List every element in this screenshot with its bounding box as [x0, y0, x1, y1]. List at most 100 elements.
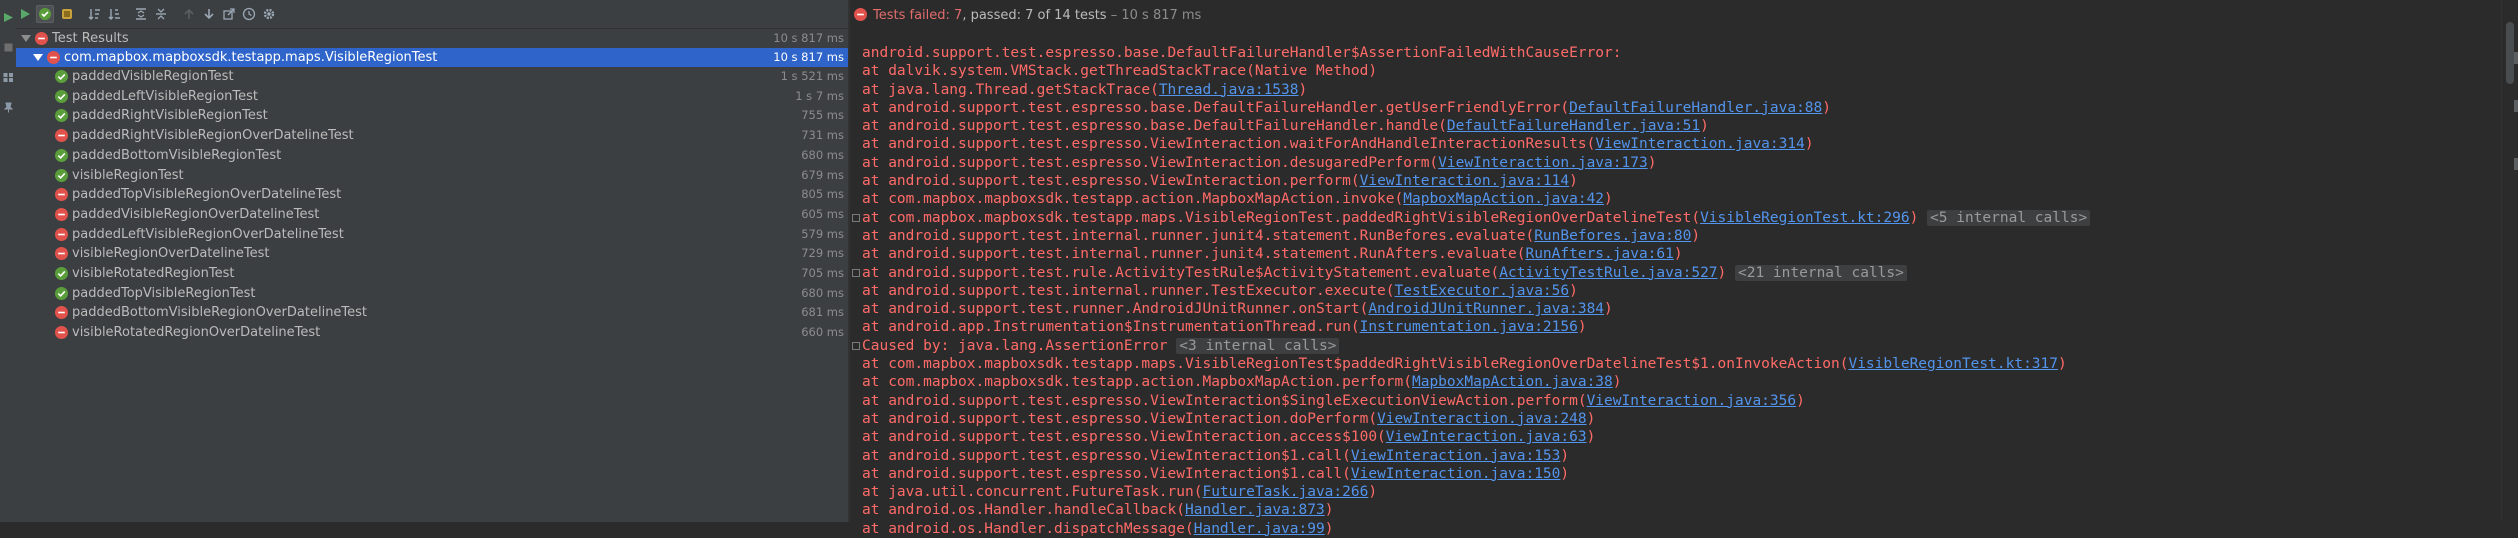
- tree-row-test[interactable]: paddedBottomVisibleRegionOverDatelineTes…: [16, 303, 848, 322]
- source-link[interactable]: AndroidJUnitRunner.java:384: [1368, 301, 1604, 317]
- scrollbar-thumb[interactable]: [2506, 22, 2514, 84]
- tree-row-test[interactable]: paddedLeftVisibleRegionTest 1 s 7 ms: [16, 87, 848, 106]
- edge-marker: [2514, 158, 2518, 170]
- source-link[interactable]: ViewInteraction.java:150: [1351, 466, 1561, 482]
- layout-icon[interactable]: [3, 68, 14, 82]
- tree-row-label: com.mapbox.mapboxsdk.testapp.maps.Visibl…: [64, 50, 438, 65]
- tree-row-test[interactable]: paddedRightVisibleRegionTest 755 ms: [16, 106, 848, 125]
- console-text: ): [1691, 227, 1701, 244]
- console-line: at com.mapbox.mapboxsdk.testapp.maps.Vis…: [862, 355, 2090, 373]
- test-results-tree: Test Results 10 s 817 ms com.mapbox.mapb…: [16, 29, 848, 522]
- tree-row-test[interactable]: paddedBottomVisibleRegionTest 680 ms: [16, 146, 848, 165]
- console-line: at android.support.test.espresso.ViewInt…: [862, 135, 2090, 153]
- failed-status-icon: [55, 247, 68, 261]
- console-text: at android.support.test.espresso.ViewInt…: [862, 136, 1596, 153]
- source-link[interactable]: ViewInteraction.java:63: [1386, 429, 1587, 445]
- test-runner-toolbar: [16, 0, 848, 29]
- console-line: at android.support.test.internal.runner.…: [862, 227, 2090, 245]
- source-link[interactable]: Instrumentation.java:2156: [1360, 319, 1578, 335]
- expand-arrow-icon[interactable]: [21, 35, 31, 42]
- source-link[interactable]: FutureTask.java:266: [1202, 484, 1368, 500]
- tree-row-suite[interactable]: com.mapbox.mapboxsdk.testapp.maps.Visibl…: [16, 48, 848, 67]
- fold-toggle-icon[interactable]: [852, 213, 860, 222]
- toggle-ignored-icon[interactable]: [58, 5, 76, 23]
- console-text: at android.support.test.espresso.base.De…: [862, 99, 1570, 116]
- source-link[interactable]: ViewInteraction.java:248: [1377, 411, 1587, 427]
- collapse-all-icon[interactable]: [152, 5, 170, 23]
- next-failed-icon[interactable]: [200, 5, 218, 23]
- expand-arrow-icon[interactable]: [33, 54, 43, 61]
- failed-status-icon: [55, 227, 68, 241]
- tree-row-test-results[interactable]: Test Results 10 s 817 ms: [16, 29, 848, 48]
- source-link[interactable]: MapboxMapAction.java:42: [1403, 191, 1604, 207]
- tree-row-test[interactable]: paddedLeftVisibleRegionOverDatelineTest 5…: [16, 225, 848, 244]
- rerun-icon[interactable]: [3, 8, 14, 22]
- tree-row-label: paddedVisibleRegionTest: [72, 69, 234, 84]
- pin-icon[interactable]: [3, 98, 14, 113]
- internal-calls-fold[interactable]: <21 internal calls>: [1735, 264, 1907, 281]
- tree-row-test[interactable]: paddedVisibleRegionOverDatelineTest 605 m…: [16, 205, 848, 224]
- previous-failed-icon[interactable]: [180, 5, 198, 23]
- console-line: at android.support.test.internal.runner.…: [862, 282, 2090, 300]
- source-link[interactable]: VisibleRegionTest.kt:296: [1700, 210, 1910, 226]
- tree-row-test[interactable]: visibleRegionOverDatelineTest 729 ms: [16, 244, 848, 263]
- sort-duration-icon[interactable]: [106, 5, 124, 23]
- tree-row-duration: 10 s 817 ms: [773, 31, 844, 45]
- internal-calls-fold[interactable]: <3 internal calls>: [1176, 337, 1340, 354]
- export-icon[interactable]: [220, 5, 238, 23]
- tree-row-duration: 805 ms: [801, 187, 844, 202]
- expand-all-icon[interactable]: [132, 5, 150, 23]
- source-link[interactable]: ViewInteraction.java:173: [1438, 155, 1648, 171]
- stop-icon[interactable]: [3, 38, 14, 52]
- sort-alpha-icon[interactable]: [86, 5, 104, 23]
- console-line: at com.mapbox.mapboxsdk.testapp.maps.Vis…: [852, 209, 2091, 227]
- source-link[interactable]: ViewInteraction.java:114: [1360, 173, 1570, 189]
- source-link[interactable]: ActivityTestRule.java:527: [1499, 265, 1717, 281]
- source-link[interactable]: Thread.java:1538: [1159, 82, 1299, 98]
- console-text: ): [1586, 410, 1596, 427]
- source-link[interactable]: TestExecutor.java:56: [1395, 283, 1570, 299]
- tree-row-label: paddedRightVisibleRegionTest: [72, 108, 268, 124]
- source-link[interactable]: RunBefores.java:80: [1534, 228, 1691, 244]
- source-link[interactable]: Handler.java:99: [1194, 521, 1325, 537]
- fold-toggle-icon[interactable]: [852, 341, 860, 350]
- source-link[interactable]: ViewInteraction.java:153: [1351, 448, 1561, 464]
- tree-row-test[interactable]: visibleRegionTest 679 ms: [16, 166, 848, 185]
- source-link[interactable]: VisibleRegionTest.kt:317: [1848, 356, 2058, 372]
- source-link[interactable]: ViewInteraction.java:314: [1595, 136, 1805, 152]
- console-text: ): [1324, 502, 1334, 519]
- source-link[interactable]: DefaultFailureHandler.java:88: [1569, 100, 1822, 116]
- console-scrollbar[interactable]: [2501, 0, 2518, 522]
- tree-row-duration: 705 ms: [801, 266, 844, 280]
- console-text: at android.support.test.espresso.ViewInt…: [862, 410, 1378, 427]
- internal-calls-fold[interactable]: <5 internal calls>: [1927, 209, 2091, 226]
- source-link[interactable]: MapboxMapAction.java:38: [1412, 374, 1613, 390]
- passed-status-icon: [55, 70, 68, 83]
- tree-row-label: visibleRegionTest: [72, 167, 184, 183]
- failed-status-icon: [55, 129, 68, 143]
- console-text: at java.util.concurrent.FutureTask.run(: [862, 484, 1203, 501]
- fold-toggle-icon[interactable]: [852, 268, 860, 277]
- console-text: ): [1796, 392, 1805, 409]
- source-link[interactable]: Handler.java:873: [1185, 502, 1325, 518]
- tree-row-test[interactable]: paddedVisibleRegionTest 1 s 521 ms: [16, 67, 848, 86]
- tree-row-test[interactable]: paddedTopVisibleRegionTest 680 ms: [16, 284, 848, 303]
- history-icon[interactable]: [240, 5, 258, 23]
- console-text: at android.support.test.espresso.ViewInt…: [862, 173, 1360, 190]
- console-text: ): [1324, 520, 1334, 537]
- settings-icon[interactable]: [260, 5, 278, 23]
- source-link[interactable]: ViewInteraction.java:356: [1587, 393, 1797, 409]
- console-line: at com.mapbox.mapboxsdk.testapp.action.M…: [862, 373, 2090, 391]
- console-text: ): [1673, 246, 1683, 263]
- toggle-passed-icon[interactable]: [36, 5, 54, 23]
- console-text: ): [1822, 99, 1832, 116]
- source-link[interactable]: RunAfters.java:61: [1525, 246, 1673, 262]
- console-text: at android.support.test.internal.runner.…: [862, 246, 1526, 263]
- tree-row-test[interactable]: visibleRotatedRegionOverDatelineTest 660 …: [16, 323, 848, 342]
- console-text: at com.mapbox.mapboxsdk.testapp.maps.Vis…: [862, 209, 1701, 226]
- tree-row-test[interactable]: paddedRightVisibleRegionOverDatelineTest…: [16, 126, 848, 145]
- source-link[interactable]: DefaultFailureHandler.java:51: [1447, 118, 1700, 134]
- tree-row-test[interactable]: visibleRotatedRegionTest 705 ms: [16, 264, 848, 283]
- tree-row-test[interactable]: paddedTopVisibleRegionOverDatelineTest 80…: [16, 185, 848, 204]
- play-icon[interactable]: [16, 5, 34, 23]
